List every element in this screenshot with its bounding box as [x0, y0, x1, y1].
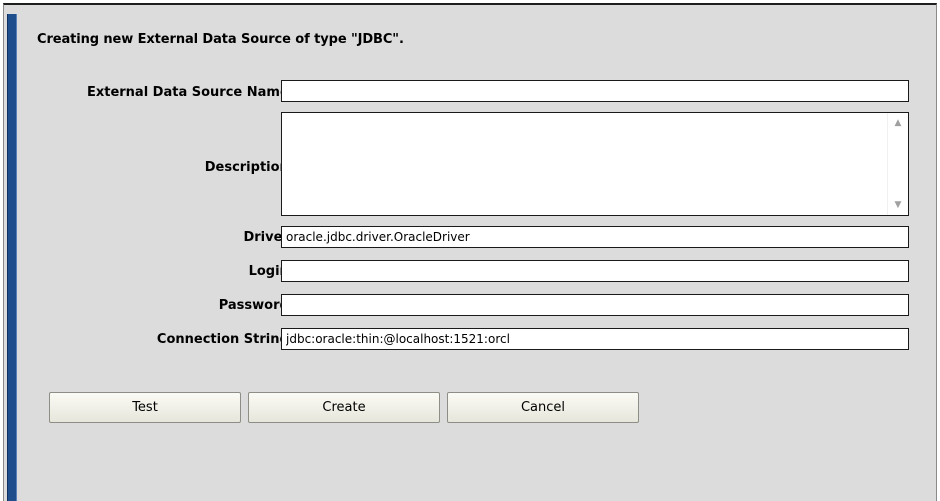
password-input[interactable]: [281, 294, 909, 316]
connection-string-label: Connection String:: [156, 332, 294, 347]
scroll-down-arrow-icon[interactable]: ▼: [888, 197, 908, 213]
name-input[interactable]: [281, 80, 909, 102]
name-label: External Data Source Name:: [86, 85, 294, 100]
create-button[interactable]: Create: [248, 392, 440, 423]
description-scrollbar[interactable]: ▲ ▼: [887, 113, 908, 215]
login-input[interactable]: [281, 260, 909, 282]
driver-input[interactable]: [281, 226, 909, 248]
cancel-button[interactable]: Cancel: [447, 392, 639, 423]
connection-string-input[interactable]: [281, 328, 909, 350]
left-accent-bar: [7, 14, 17, 501]
description-field: ▲ ▼: [281, 112, 909, 216]
description-textarea[interactable]: [282, 113, 887, 215]
scroll-up-arrow-icon[interactable]: ▲: [888, 115, 908, 131]
create-data-source-dialog: Creating new External Data Source of typ…: [17, 14, 935, 501]
dialog-heading: Creating new External Data Source of typ…: [37, 32, 404, 47]
test-button[interactable]: Test: [49, 392, 241, 423]
